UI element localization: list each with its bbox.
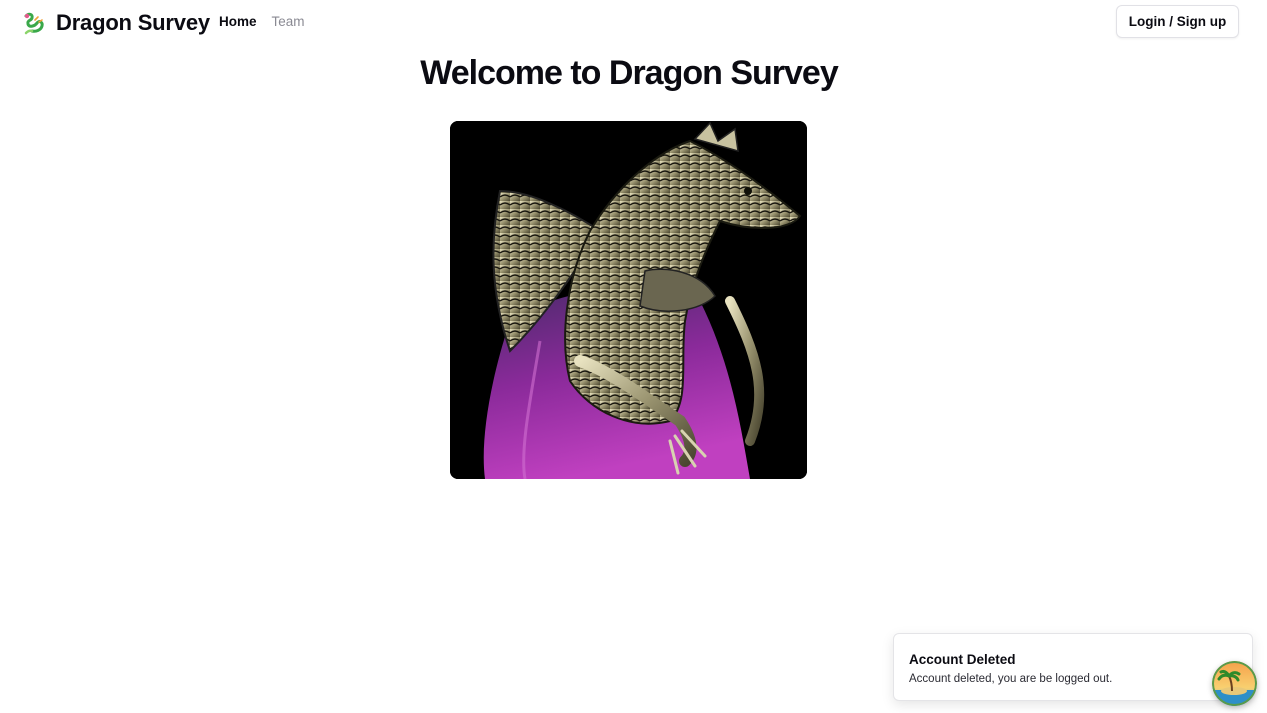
brand-name: Dragon Survey <box>56 10 210 35</box>
login-signup-button[interactable]: Login / Sign up <box>1116 5 1239 38</box>
top-navbar: Dragon Survey Home Team Login / Sign up <box>0 0 1267 44</box>
toast-notification: Account Deleted Account deleted, you are… <box>893 633 1253 701</box>
hero-image <box>450 121 807 479</box>
brand-link[interactable]: Dragon Survey <box>22 10 210 36</box>
dragon-logo-icon <box>24 12 44 35</box>
toast-description: Account deleted, you are be logged out. <box>909 673 1113 685</box>
island-avatar-icon[interactable] <box>1212 661 1257 706</box>
nav-link-team[interactable]: Team <box>272 14 305 29</box>
toast-title: Account Deleted <box>909 652 1016 667</box>
page-title: Welcome to Dragon Survey <box>420 54 839 92</box>
nav-link-home[interactable]: Home <box>219 14 257 29</box>
dragon-statue-image <box>450 121 807 479</box>
main-nav: Home Team <box>219 14 305 29</box>
